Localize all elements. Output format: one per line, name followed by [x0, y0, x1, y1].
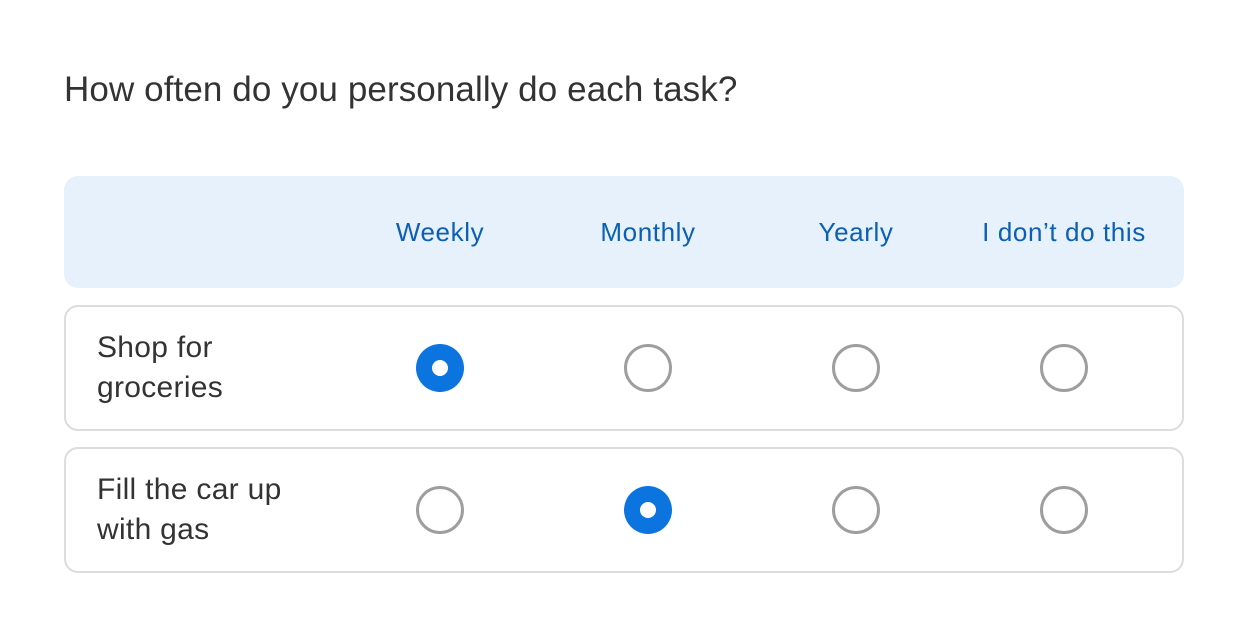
row-label: Shop for groceries	[97, 331, 224, 404]
question-title: How often do you personally do each task…	[64, 70, 738, 109]
radio-groceries-yearly[interactable]	[832, 344, 880, 392]
radio-groceries-dont-do[interactable]	[1040, 344, 1088, 392]
matrix-row-gas: Fill the car up with gas	[64, 447, 1184, 573]
radio-gas-monthly[interactable]	[624, 486, 672, 534]
column-header-weekly: Weekly	[395, 217, 485, 247]
radio-gas-yearly[interactable]	[832, 486, 880, 534]
matrix-header: Weekly Monthly Yearly I don’t do this	[64, 176, 1184, 288]
radio-gas-dont-do[interactable]	[1040, 486, 1088, 534]
row-label: Fill the car up with gas	[97, 473, 282, 546]
radio-groceries-monthly[interactable]	[624, 344, 672, 392]
radio-groceries-weekly[interactable]	[416, 344, 464, 392]
column-header-dont-do: I don’t do this	[982, 217, 1146, 247]
column-header-yearly: Yearly	[818, 217, 894, 247]
column-header-monthly: Monthly	[600, 217, 696, 247]
radio-gas-weekly[interactable]	[416, 486, 464, 534]
matrix-row-groceries: Shop for groceries	[64, 305, 1184, 431]
frequency-matrix: Weekly Monthly Yearly I don’t do this Sh…	[64, 176, 1184, 573]
